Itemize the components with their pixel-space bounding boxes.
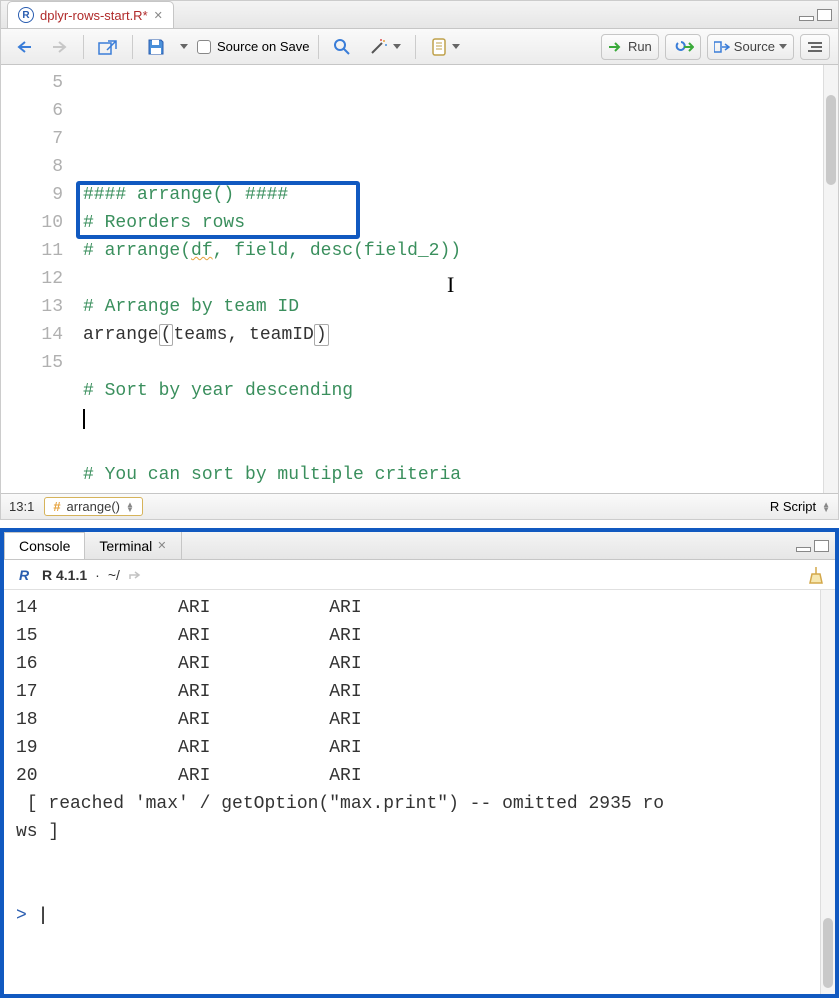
code-content[interactable]: I #### arrange() ##### Reorders rows# ar…: [77, 65, 838, 493]
editor-toolbar: Source on Save Run Source: [1, 29, 838, 65]
arrow-right-icon: [52, 40, 68, 54]
chevron-down-icon: [452, 44, 460, 49]
pane-window-controls: [799, 9, 838, 21]
maximize-pane-icon[interactable]: [817, 9, 832, 21]
close-icon[interactable]: ✕: [157, 539, 166, 552]
wand-icon: [369, 38, 389, 56]
language-mode[interactable]: R Script: [770, 499, 816, 514]
source-on-save-label: Source on Save: [217, 39, 310, 54]
console-info-bar: R R 4.1.1 · ~/: [4, 560, 835, 590]
file-tab[interactable]: R dplyr-rows-start.R* ✕: [7, 1, 174, 28]
tab-console[interactable]: Console: [4, 532, 85, 559]
arrow-left-icon: [16, 40, 32, 54]
compile-report-button[interactable]: [424, 34, 466, 60]
minimize-pane-icon[interactable]: [799, 16, 814, 21]
chevron-down-icon: [779, 44, 787, 49]
scrollbar-thumb[interactable]: [823, 918, 833, 988]
console-pane: Console Terminal ✕ R R 4.1.1 · ~/ 14 ARI…: [0, 528, 839, 998]
back-button[interactable]: [9, 34, 39, 60]
r-logo-icon: R: [14, 565, 34, 585]
rerun-icon: [672, 40, 694, 54]
search-icon: [333, 38, 351, 56]
r-file-icon: R: [18, 7, 34, 23]
show-in-new-window-button[interactable]: [92, 34, 124, 60]
r-version: R 4.1.1: [42, 567, 87, 583]
editor-status-bar: 13:1 # arrange() ▲▼ R Script ▲▼: [1, 493, 838, 519]
file-tab-name: dplyr-rows-start.R*: [40, 8, 148, 23]
save-dropdown[interactable]: [177, 34, 191, 60]
code-tools-button[interactable]: [363, 34, 407, 60]
section-navigator[interactable]: # arrange() ▲▼: [44, 497, 143, 516]
run-button[interactable]: Run: [601, 34, 659, 60]
source-icon: [714, 41, 730, 53]
chevron-down-icon: [393, 44, 401, 49]
close-icon[interactable]: ✕: [154, 9, 163, 22]
source-button[interactable]: Source: [707, 34, 794, 60]
editor-scrollbar[interactable]: [823, 65, 838, 493]
tab-terminal[interactable]: Terminal ✕: [85, 532, 181, 559]
console-scrollbar[interactable]: [820, 590, 835, 994]
hash-icon: #: [53, 499, 60, 514]
outline-icon: [807, 40, 823, 54]
popout-icon: [98, 39, 118, 55]
console-output[interactable]: 14 ARI ARI 15 ARI ARI 16 ARI ARI 17 ARI …: [4, 590, 835, 994]
find-button[interactable]: [327, 34, 357, 60]
cursor-position: 13:1: [9, 499, 34, 514]
updown-icon: ▲▼: [822, 502, 830, 512]
clear-console-icon[interactable]: [807, 566, 825, 584]
forward-button[interactable]: [45, 34, 75, 60]
save-icon: [147, 38, 165, 56]
scrollbar-thumb[interactable]: [826, 95, 836, 185]
outline-button[interactable]: [800, 34, 830, 60]
pane-window-controls: [796, 540, 835, 552]
text-cursor-indicator: I: [447, 271, 454, 299]
save-button[interactable]: [141, 34, 171, 60]
updown-icon: ▲▼: [126, 502, 134, 512]
line-gutter: 56789101112131415: [1, 65, 77, 493]
chevron-down-icon: [180, 44, 188, 49]
source-on-save-checkbox[interactable]: [197, 40, 211, 54]
code-editor[interactable]: 56789101112131415 I #### arrange() #####…: [1, 65, 838, 493]
file-tab-bar: R dplyr-rows-start.R* ✕: [1, 1, 838, 29]
notebook-icon: [430, 38, 448, 56]
run-icon: [608, 41, 624, 53]
working-dir[interactable]: ~/: [108, 567, 120, 583]
rerun-button[interactable]: [665, 34, 701, 60]
minimize-pane-icon[interactable]: [796, 547, 811, 552]
editor-pane: R dplyr-rows-start.R* ✕ Source on Save: [0, 0, 839, 520]
share-icon[interactable]: [128, 569, 142, 581]
maximize-pane-icon[interactable]: [814, 540, 829, 552]
console-tab-bar: Console Terminal ✕: [4, 532, 835, 560]
